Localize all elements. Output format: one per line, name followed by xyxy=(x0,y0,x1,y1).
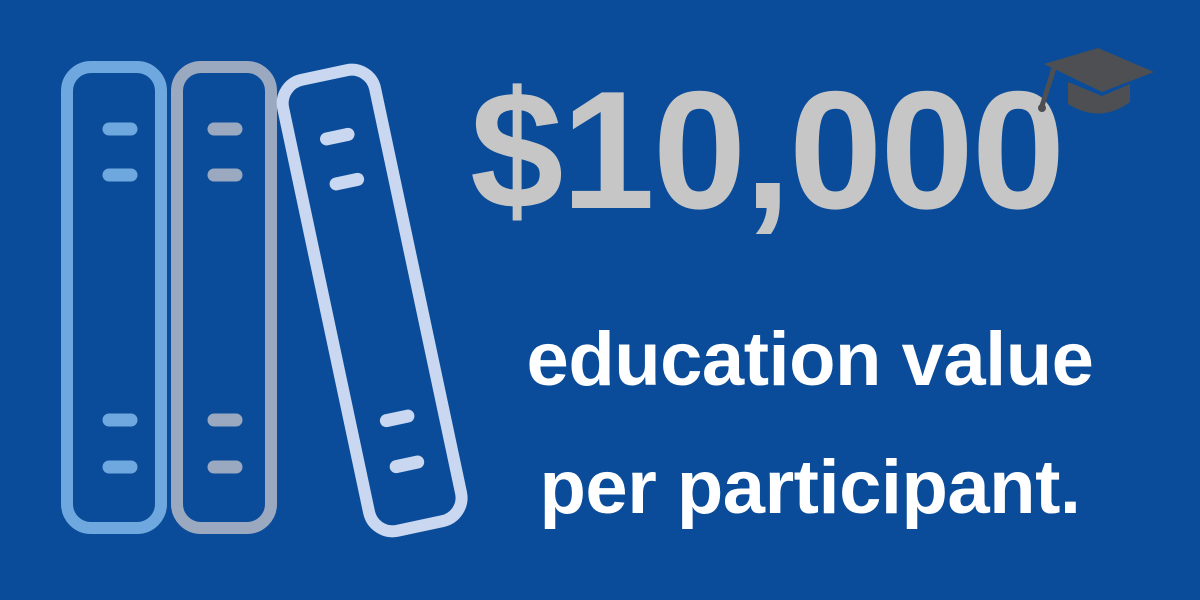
book-3 xyxy=(276,63,468,538)
book-2 xyxy=(171,61,277,534)
graduation-cap-icon xyxy=(1038,48,1154,114)
caption-line-2: per participant. xyxy=(539,445,1082,530)
caption-line-1: education value xyxy=(526,317,1094,402)
book-1 xyxy=(61,61,167,534)
infographic-canvas: $10,000 education value per participant. xyxy=(0,0,1200,600)
